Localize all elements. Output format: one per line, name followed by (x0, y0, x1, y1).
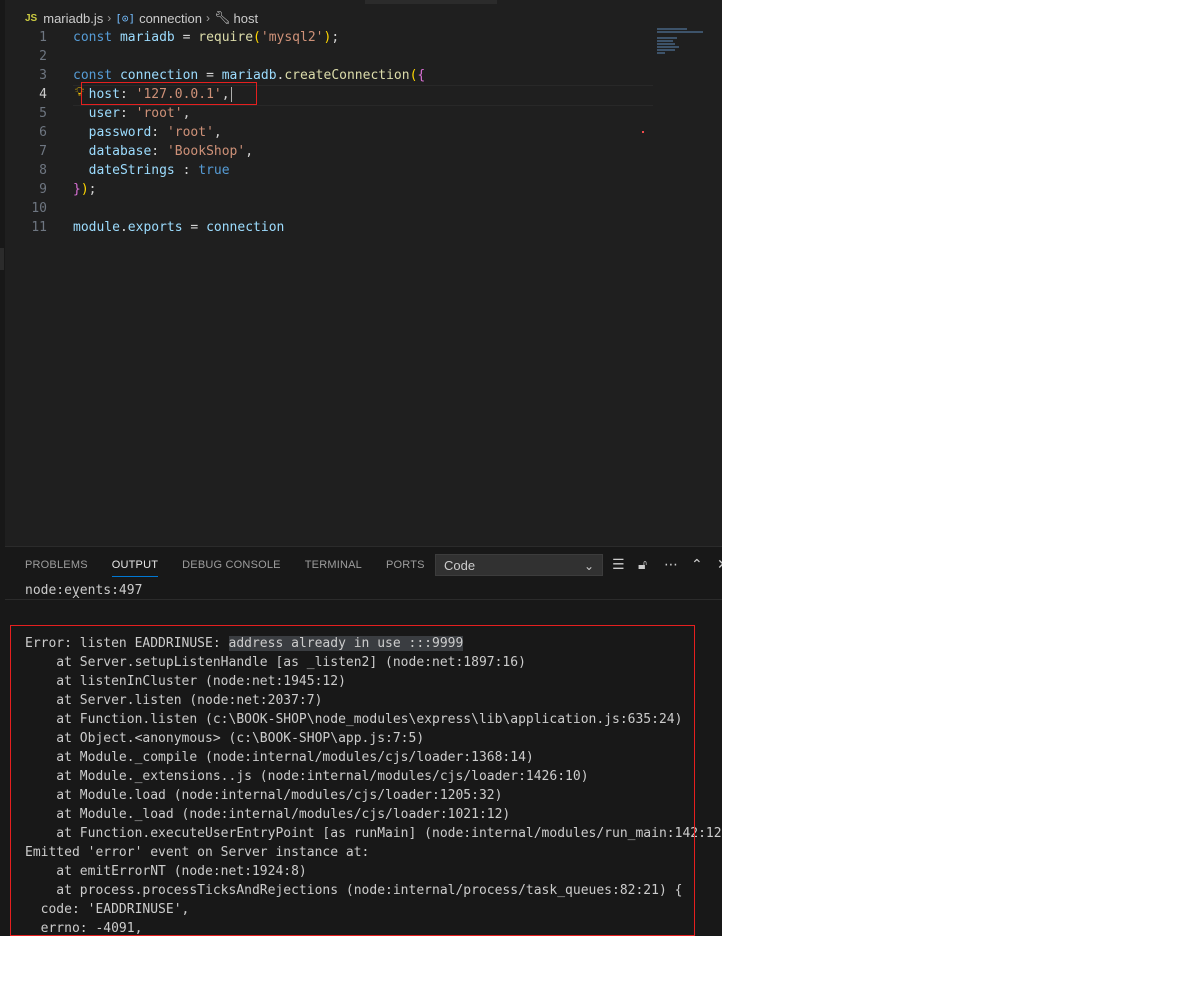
error-marker (642, 131, 644, 133)
tab-output[interactable]: OUTPUT (111, 547, 159, 581)
code-line[interactable]: }); (73, 180, 96, 199)
line-number: 11 (31, 220, 47, 235)
line-number: 3 (39, 68, 47, 83)
minimap[interactable] (657, 28, 707, 58)
code-line[interactable]: module.exports = connection (73, 218, 284, 237)
bottom-panel: PROBLEMS OUTPUT DEBUG CONSOLE TERMINAL P… (5, 546, 722, 936)
output-line: ^ (25, 593, 80, 608)
tab-problems[interactable]: PROBLEMS (25, 547, 88, 581)
line-number: 10 (31, 201, 47, 216)
output-channel-select[interactable]: Code ⌄ (435, 554, 603, 576)
tab-terminal[interactable]: TERMINAL (305, 547, 362, 581)
chevron-right-icon: › (107, 11, 112, 25)
vscode-window: JS mariadb.js › [⊙] connection › 🔧︎ host… (0, 0, 722, 936)
code-editor[interactable]: 1 2 3 4 5 6 7 8 9 10 11 const mariadb = … (5, 28, 722, 546)
lock-scroll-icon[interactable]: 🔓︎ (638, 556, 647, 574)
code-line[interactable]: password: 'root', (73, 123, 222, 142)
code-line[interactable]: user: 'root', (73, 104, 191, 123)
variable-icon: [⊙] (115, 11, 136, 25)
output-channel-value: Code (444, 558, 476, 573)
chevron-right-icon: › (205, 11, 210, 25)
breadcrumb-host[interactable]: host (233, 11, 258, 26)
sticky-divider (5, 599, 722, 600)
maximize-panel-icon[interactable]: ⌃ (691, 556, 703, 574)
line-number: 6 (39, 125, 47, 140)
breadcrumb-connection[interactable]: connection (139, 11, 202, 26)
lightbulb-icon[interactable]: 💡︎ (75, 85, 84, 100)
panel-tabs: PROBLEMS OUTPUT DEBUG CONSOLE TERMINAL P… (5, 547, 429, 581)
clear-output-icon[interactable]: ☰ (612, 556, 625, 574)
line-number: 8 (39, 163, 47, 178)
chevron-down-icon: ⌄ (583, 559, 594, 573)
line-number: 5 (39, 106, 47, 121)
output-view[interactable]: node:events:497 ^ Error: listen EADDRINU… (5, 581, 722, 936)
line-number: 2 (39, 49, 47, 64)
wrench-icon: 🔧︎ (213, 10, 231, 25)
code-line[interactable]: const mariadb = require('mysql2'); (73, 28, 339, 47)
tab-ports[interactable]: PORTS (386, 547, 425, 581)
error-highlight-box (10, 625, 695, 936)
text-cursor (231, 87, 232, 102)
line-number: 4 (39, 87, 47, 102)
tab-debug-console[interactable]: DEBUG CONSOLE (182, 547, 281, 581)
code-line[interactable]: database: 'BookShop', (73, 142, 253, 161)
tab-indicator (365, 0, 497, 4)
close-panel-icon[interactable]: ✕ (717, 556, 722, 574)
js-file-icon: JS (25, 12, 38, 24)
line-number: 9 (39, 182, 47, 197)
line-number: 7 (39, 144, 47, 159)
breadcrumb-file[interactable]: mariadb.js (43, 11, 103, 26)
breadcrumb: JS mariadb.js › [⊙] connection › 🔧︎ host (5, 9, 258, 27)
line-number: 1 (39, 30, 47, 45)
code-line[interactable]: dateStrings : true (73, 161, 230, 180)
more-actions-icon[interactable]: ⋯ (664, 556, 678, 574)
